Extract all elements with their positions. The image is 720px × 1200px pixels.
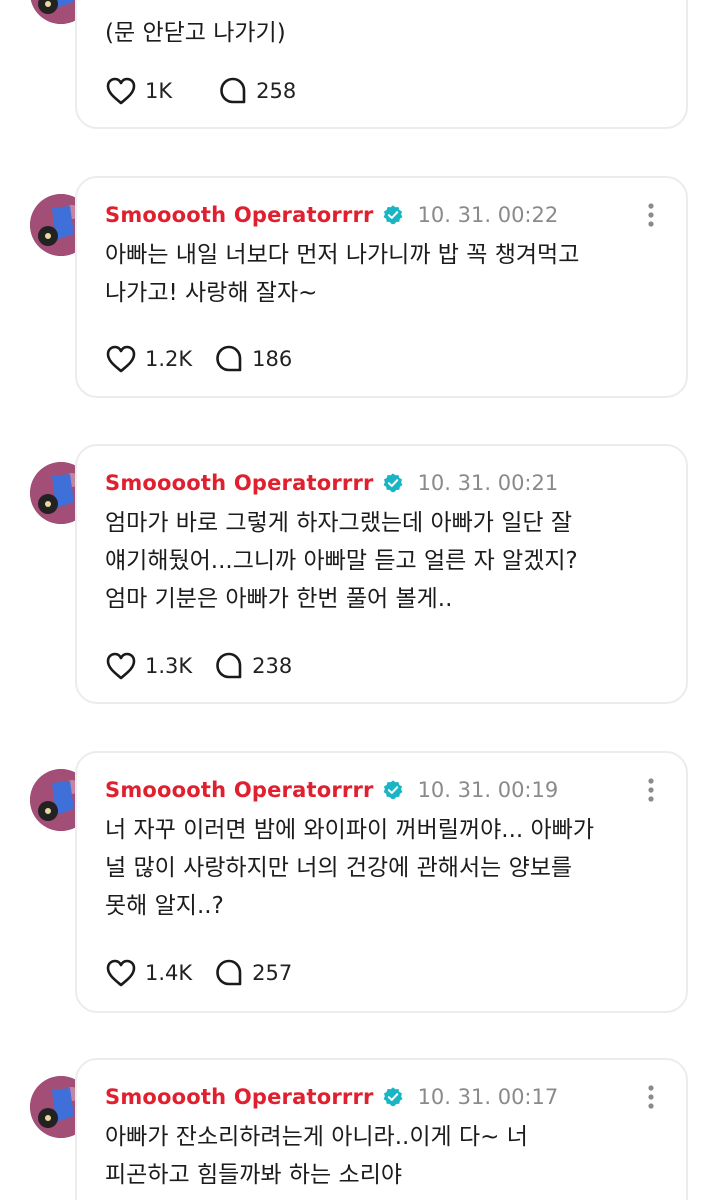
speech-bubble-icon [216, 345, 242, 372]
speech-bubble-icon [216, 652, 242, 679]
verified-badge-icon [383, 205, 403, 225]
more-vertical-icon[interactable] [646, 777, 656, 803]
author-name[interactable]: Smooooth Operatorrrr [105, 471, 374, 495]
comment-header: Smooooth Operatorrrr 10. 31. 00:21 [105, 468, 626, 498]
comment-header: Smooooth Operatorrrr 10. 31. 00:17 [105, 1082, 626, 1112]
comment-actions: 1.4K 257 [105, 958, 292, 988]
comment-actions: 1K 258 [105, 76, 296, 106]
author-name[interactable]: Smooooth Operatorrrr [105, 778, 374, 802]
author-name[interactable]: Smooooth Operatorrrr [105, 1085, 374, 1109]
comment-text: (문 안닫고 나가기) [105, 20, 286, 46]
like-count: 1.2K [145, 347, 193, 371]
speech-bubble-icon [216, 959, 242, 986]
comment-text: 아빠가 잔소리하려는게 아니라..이게 다~ 너 피곤하고 힘들까봐 하는 소리… [105, 1124, 528, 1188]
like-count: 1.4K [145, 961, 193, 985]
comment-text: 너 자꾸 이러면 밤에 와이파이 꺼버릴꺼야... 아빠가 널 많이 사랑하지만… [105, 817, 594, 919]
comment-text: 엄마가 바로 그렇게 하자그랬는데 아빠가 일단 잘 얘기해뒀어...그니까 아… [105, 510, 578, 612]
heart-icon [106, 959, 136, 987]
comment-button[interactable]: 186 [214, 344, 292, 374]
like-count: 1K [145, 79, 173, 103]
comment-card: Smooooth Operatorrrr 10. 31. 00:21 엄마가 바… [75, 444, 688, 704]
more-vertical-icon[interactable] [646, 1084, 656, 1110]
comment-button[interactable]: 238 [214, 651, 292, 681]
timestamp: 10. 31. 00:22 [417, 203, 559, 227]
comment-header: Smooooth Operatorrrr 10. 31. 00:22 [105, 200, 626, 230]
like-button[interactable]: 1.3K [105, 651, 192, 681]
like-button[interactable]: 1.2K [105, 344, 192, 374]
comment-count: 257 [252, 961, 293, 985]
comment-text: 아빠는 내일 너보다 먼저 나가니까 밥 꼭 챙겨먹고 나가고! 사랑해 잘자~ [105, 242, 580, 306]
verified-badge-icon [383, 473, 403, 493]
timestamp: 10. 31. 00:17 [417, 1085, 559, 1109]
comment-button[interactable]: 258 [218, 76, 296, 106]
comment-card: Smooooth Operatorrrr 10. 31. 00:19 너 자꾸 … [75, 751, 688, 1013]
comment-card: Smooooth Operatorrrr 10. 31. 00:22 아빠는 내… [75, 176, 688, 398]
speech-bubble-icon [220, 77, 246, 104]
comment-header: Smooooth Operatorrrr 10. 31. 00:19 [105, 775, 626, 805]
heart-icon [106, 77, 136, 105]
author-name[interactable]: Smooooth Operatorrrr [105, 203, 374, 227]
more-vertical-icon[interactable] [646, 202, 656, 228]
timestamp: 10. 31. 00:21 [417, 471, 559, 495]
comment-actions: 1.2K 186 [105, 344, 292, 374]
comment-count: 238 [252, 654, 293, 678]
comment-count: 258 [256, 79, 297, 103]
timestamp: 10. 31. 00:19 [417, 778, 559, 802]
like-button[interactable]: 1.4K [105, 958, 192, 988]
comment-actions: 1.3K 238 [105, 651, 292, 681]
like-count: 1.3K [145, 654, 193, 678]
like-button[interactable]: 1K [105, 76, 172, 106]
verified-badge-icon [383, 1087, 403, 1107]
comment-button[interactable]: 257 [214, 958, 292, 988]
heart-icon [106, 652, 136, 680]
comment-feed: (문 안닫고 나가기) 1K 258 Smooooth Operatorrrr … [0, 0, 720, 1200]
comment-card: Smooooth Operatorrrr 10. 31. 00:17 아빠가 잔… [75, 1058, 688, 1200]
comment-card: (문 안닫고 나가기) 1K 258 [75, 0, 688, 129]
comment-count: 186 [252, 347, 293, 371]
heart-icon [106, 345, 136, 373]
verified-badge-icon [383, 780, 403, 800]
